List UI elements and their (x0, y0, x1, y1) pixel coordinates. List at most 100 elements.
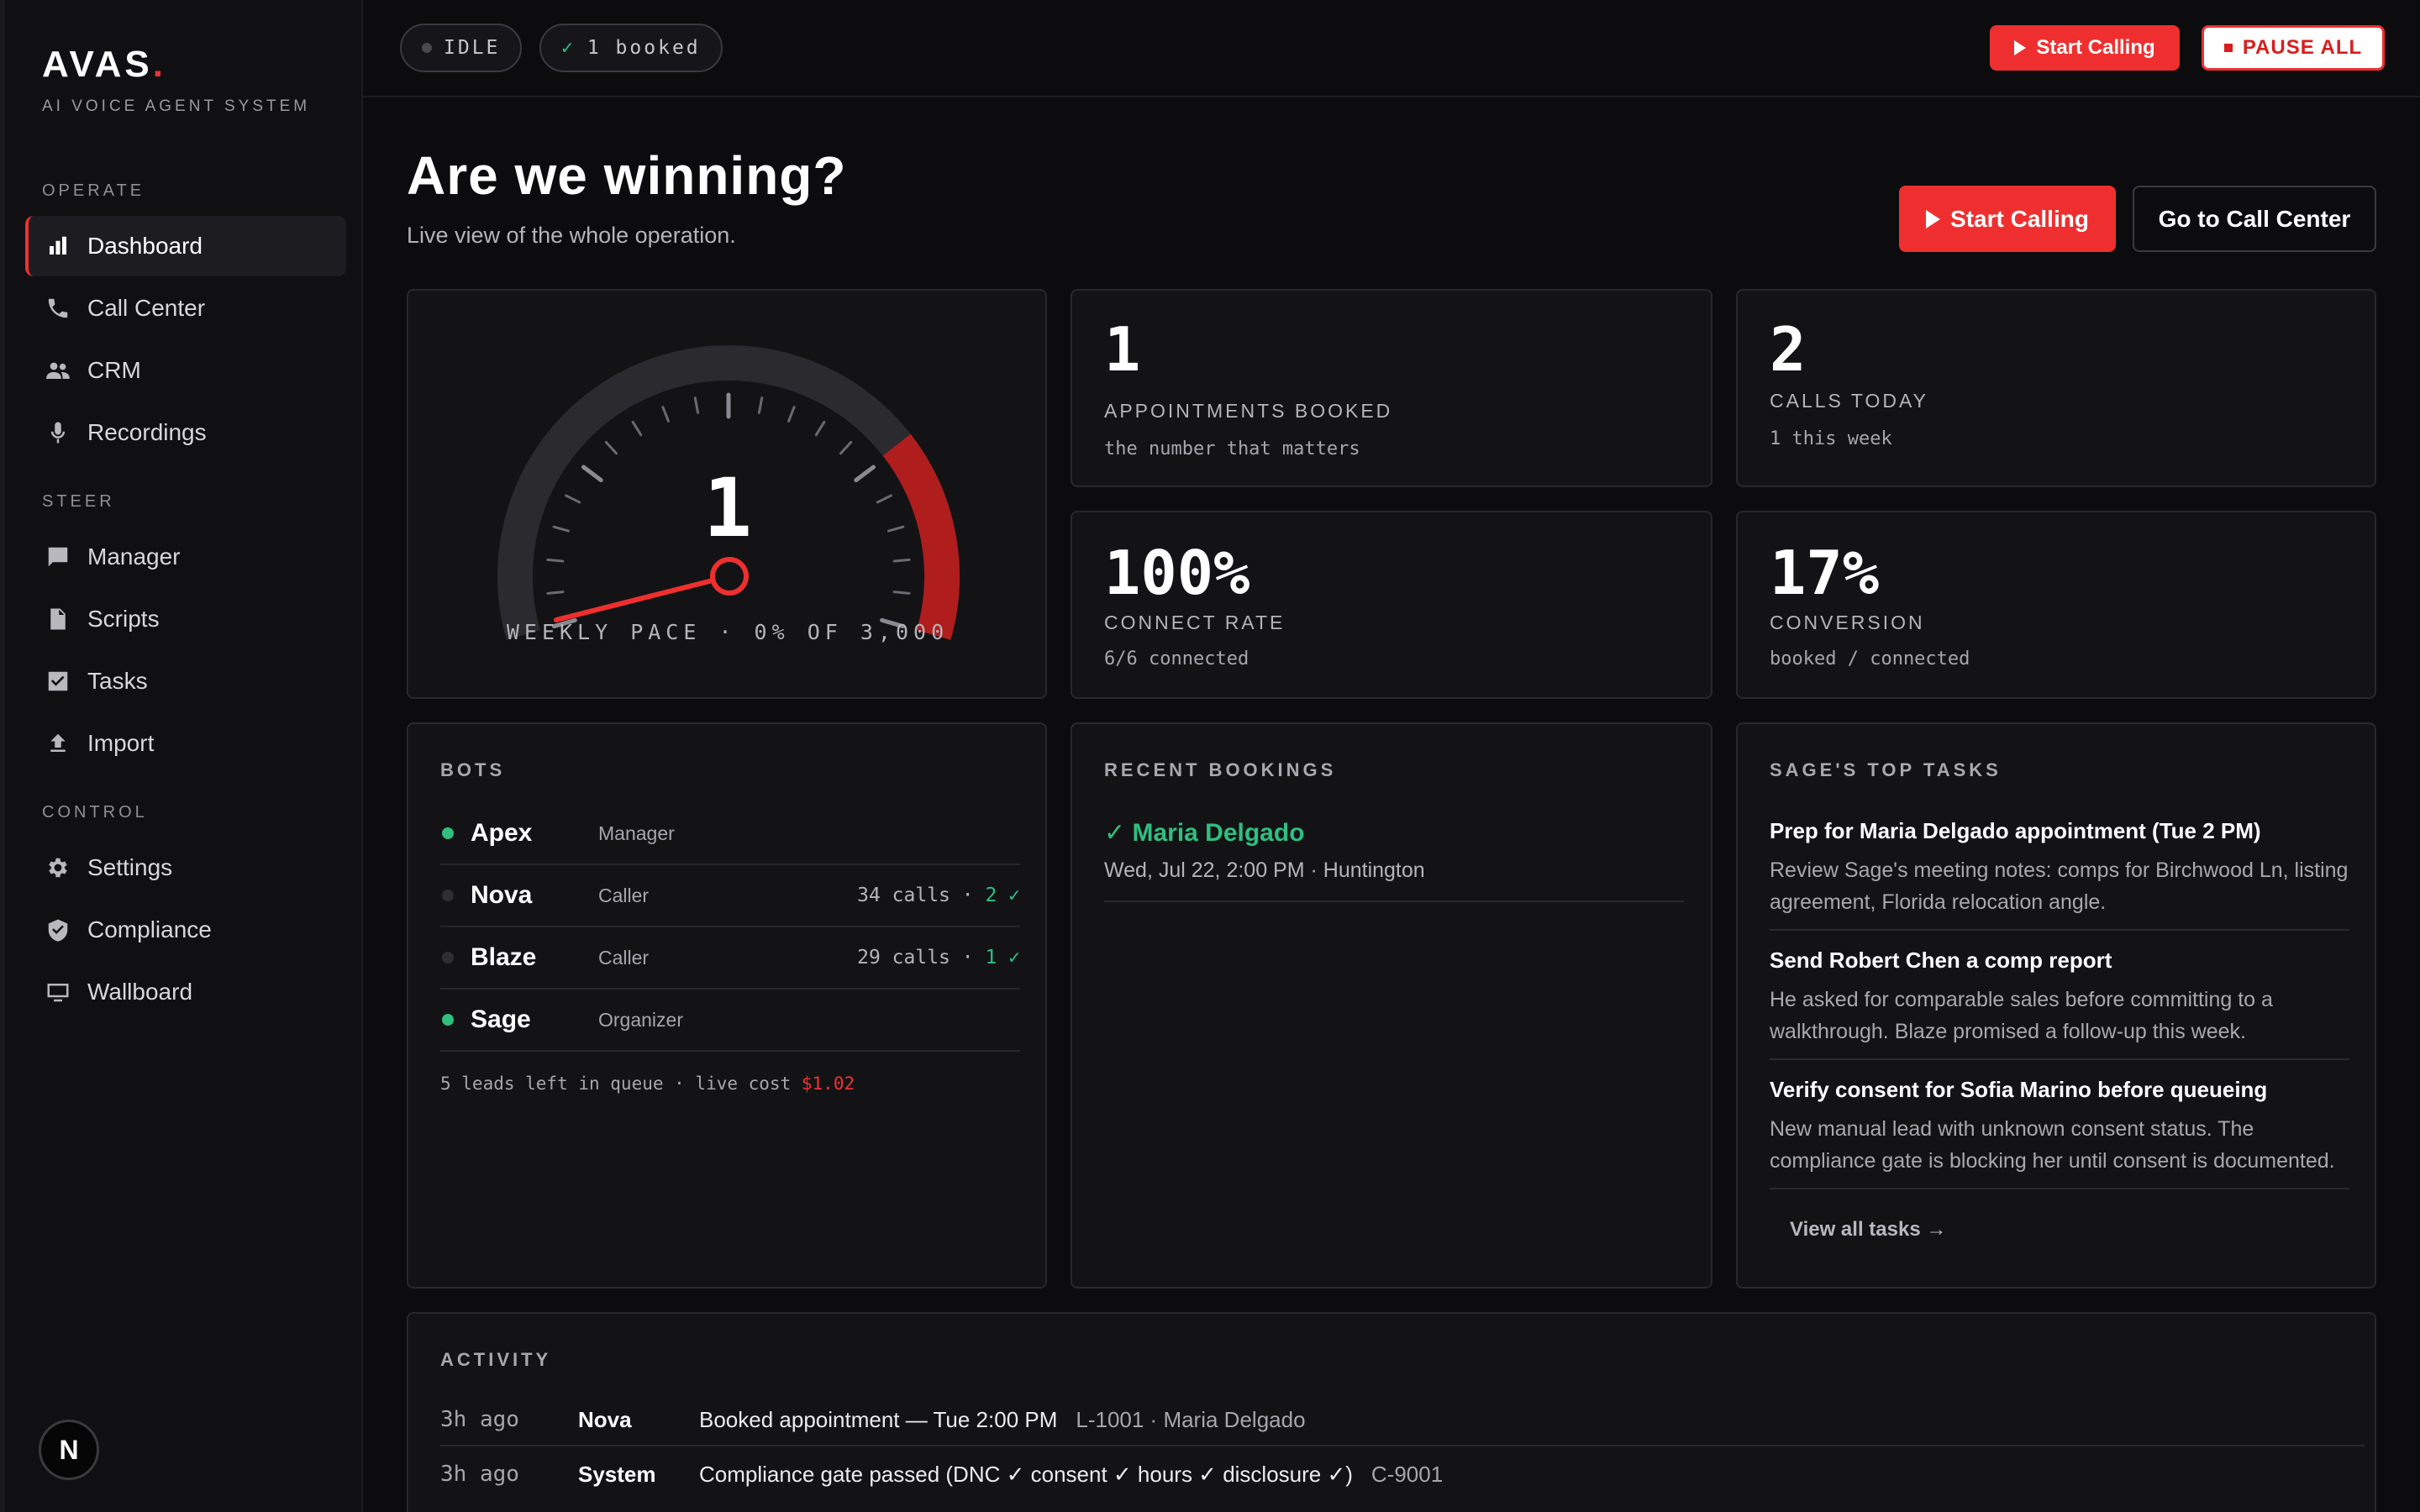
weekly-pace-gauge-card: 1 WEEKLY PACE · 0% OF 3,000 (407, 289, 1047, 699)
nav-section-control: CONTROL (42, 803, 148, 822)
queue-text: 5 leads left in queue · live cost (440, 1074, 792, 1094)
task-description: He asked for comparable sales before com… (1770, 988, 2273, 1043)
gauge-tick (757, 396, 764, 414)
divider (1770, 1188, 2349, 1189)
start-calling-button-top[interactable]: Start Calling (1990, 25, 2180, 71)
bot-call-count: 29 calls · (857, 947, 974, 969)
phone-icon (45, 296, 71, 321)
bot-row[interactable]: Apex Manager (440, 803, 1020, 865)
conversion-label: CONVERSION (1770, 612, 1925, 633)
chat-icon (45, 544, 71, 570)
gauge-needle-line (554, 574, 732, 622)
play-icon (2014, 40, 2027, 55)
go-to-call-center-button[interactable]: Go to Call Center (2133, 186, 2376, 252)
sidebar-item-wallboard[interactable]: Wallboard (25, 962, 346, 1022)
live-cost: $1.02 (801, 1074, 855, 1094)
divider (1104, 900, 1684, 902)
sidebar-item-manager[interactable]: Manager (25, 527, 346, 587)
activity-card: ACTIVITY 3h ago Nova Booked appointment … (407, 1312, 2376, 1512)
tasks-title: SAGE'S TOP TASKS (1770, 759, 2002, 780)
bots-title: BOTS (440, 759, 506, 780)
gauge-tick (565, 494, 581, 504)
gauge-tick (787, 406, 796, 423)
gauge-tick (876, 494, 892, 504)
gauge-tick (552, 525, 570, 533)
activity-time: 3h ago (440, 1462, 519, 1487)
gauge-tick (854, 465, 876, 483)
activity-row[interactable]: 3h ago System Compliance gate passed (DN… (440, 1448, 2365, 1500)
task-item[interactable]: Prep for Maria Delgado appointment (Tue … (1770, 818, 2349, 918)
task-title: Prep for Maria Delgado appointment (Tue … (1770, 818, 2261, 843)
activity-description: Booked appointment — Tue 2:00 PM (699, 1406, 1058, 1432)
gauge-danger-zone (882, 433, 960, 640)
task-item[interactable]: Send Robert Chen a comp report He asked … (1770, 948, 2349, 1047)
sidebar-item-tasks[interactable]: Tasks (25, 651, 346, 711)
brand-logo[interactable]: AVAS. (42, 44, 310, 86)
booked-text: 1 booked (587, 37, 701, 59)
checkbox-icon (45, 669, 71, 694)
bot-row[interactable]: Blaze Caller 29 calls · 1 ✓ (440, 927, 1020, 990)
activity-row[interactable]: 3h ago Nova Booked appointment — Tue 2:0… (440, 1394, 2365, 1446)
bot-role: Caller (598, 884, 650, 906)
nav-section-steer: STEER (42, 492, 115, 511)
upload-icon (45, 731, 71, 756)
gauge-tick (546, 558, 565, 563)
task-title: Verify consent for Sofia Marino before q… (1770, 1077, 2268, 1102)
gauge-tick (546, 591, 565, 595)
status-text: IDLE (444, 37, 501, 59)
bot-booked-count: 1 ✓ (985, 947, 1020, 969)
connect-rate-card: 100% CONNECT RATE 6/6 connected (1071, 511, 1712, 699)
gauge-tick (631, 420, 643, 437)
sidebar-item-scripts[interactable]: Scripts (25, 589, 346, 649)
pause-all-label: PAUSE ALL (2242, 36, 2363, 59)
bot-status-dot-online (442, 1014, 454, 1026)
bot-call-count: 34 calls · (857, 885, 974, 906)
sidebar-item-call-center[interactable]: Call Center (25, 278, 346, 339)
task-title: Send Robert Chen a comp report (1770, 948, 2112, 973)
start-calling-label: Start Calling (1950, 205, 2089, 232)
divider (1770, 929, 2349, 931)
sidebar-item-recordings[interactable]: Recordings (25, 402, 346, 463)
topbar: IDLE ✓ 1 booked Start Calling PAUSE ALL (363, 0, 2420, 97)
bot-row[interactable]: Nova Caller 34 calls · 2 ✓ (440, 865, 1020, 927)
activity-reference: C-9001 (1370, 1461, 1444, 1487)
sidebar: AVAS. AI VOICE AGENT SYSTEM OPERATE Dash… (0, 0, 363, 1512)
gear-icon (45, 855, 71, 880)
sidebar-item-crm[interactable]: CRM (25, 340, 346, 401)
framework-badge[interactable]: N (39, 1420, 99, 1480)
calls-today-value: 2 (1770, 314, 1807, 385)
task-description: New manual lead with unknown consent sta… (1770, 1117, 2335, 1173)
sidebar-item-label: Dashboard (87, 233, 203, 259)
conversion-card: 17% CONVERSION booked / connected (1736, 511, 2376, 699)
bot-name: Apex (471, 819, 533, 847)
stop-icon (2223, 44, 2233, 52)
bot-role: Manager (598, 822, 675, 844)
pause-all-button[interactable]: PAUSE ALL (2202, 25, 2385, 71)
sidebar-item-compliance[interactable]: Compliance (25, 900, 346, 960)
sidebar-item-import[interactable]: Import (25, 713, 346, 774)
bot-row[interactable]: Sage Organizer (440, 990, 1020, 1052)
bot-name: Nova (471, 881, 533, 909)
bot-status-dot-offline (442, 890, 454, 901)
activity-actor: Nova (578, 1406, 632, 1432)
sages-top-tasks-card: SAGE'S TOP TASKS Prep for Maria Delgado … (1736, 722, 2376, 1289)
view-all-tasks-link[interactable]: View all tasks → (1790, 1218, 1946, 1242)
gauge-tick (887, 525, 905, 533)
bar-chart-icon (45, 234, 71, 259)
gauge-tick (604, 440, 618, 455)
weekly-pace-gauge: 1 WEEKLY PACE · 0% OF 3,000 (497, 345, 960, 644)
booking-name[interactable]: ✓ Maria Delgado (1104, 818, 1305, 848)
sidebar-item-dashboard[interactable]: Dashboard (25, 216, 346, 276)
page-subtitle: Live view of the whole operation. (407, 223, 736, 248)
appointments-label: APPOINTMENTS BOOKED (1104, 400, 1393, 422)
appointments-value: 1 (1104, 314, 1141, 385)
gauge-tick (581, 465, 603, 483)
gauge-needle-hub (710, 557, 749, 596)
sidebar-item-settings[interactable]: Settings (25, 837, 346, 898)
conversion-value: 17% (1770, 538, 1880, 608)
connect-rate-label: CONNECT RATE (1104, 612, 1286, 633)
activity-actor: System (578, 1461, 656, 1487)
start-calling-button[interactable]: Start Calling (1899, 186, 2116, 252)
task-item[interactable]: Verify consent for Sofia Marino before q… (1770, 1077, 2349, 1177)
bots-card: BOTS Apex Manager Nova Caller 34 calls ·… (407, 722, 1047, 1289)
